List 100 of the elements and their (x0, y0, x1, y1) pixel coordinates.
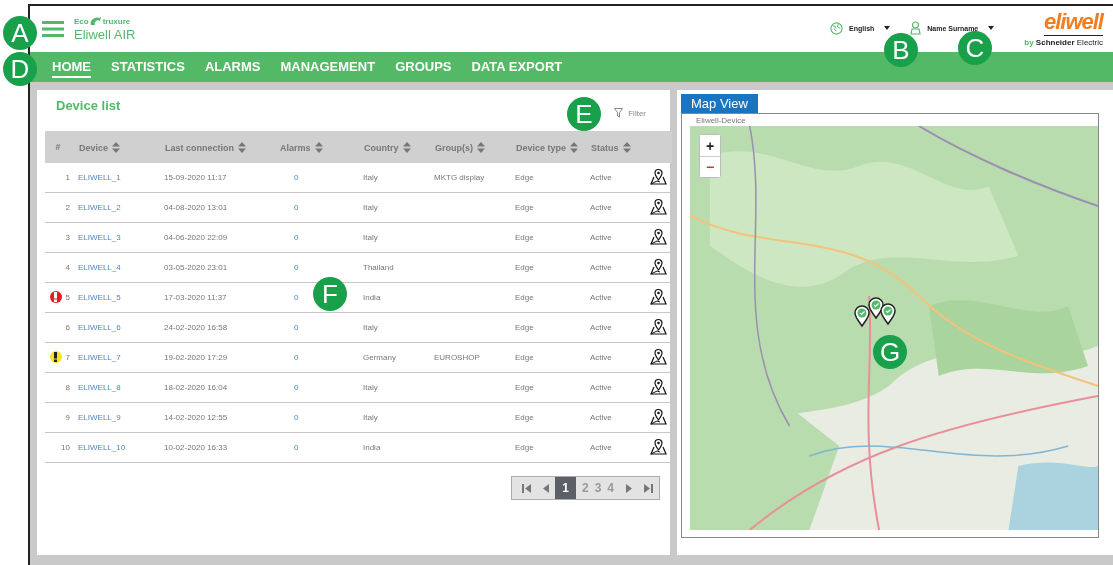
map-pin-icon[interactable] (649, 228, 667, 245)
alarm-count-link[interactable]: 0 (294, 293, 299, 302)
row-number: 3 (65, 233, 70, 242)
alarm-count-link[interactable]: 0 (294, 263, 299, 272)
globe-icon (830, 21, 843, 35)
column-header[interactable]: Group(s) (434, 131, 515, 163)
table-cell: Edge (515, 233, 534, 242)
sort-icon[interactable] (314, 141, 323, 153)
map-pin-icon[interactable] (649, 408, 667, 425)
column-header[interactable]: Status (590, 131, 644, 163)
device-link[interactable]: ELIWELL_5 (78, 293, 121, 302)
table-cell: Active (590, 323, 612, 332)
filter-button[interactable]: Filter (614, 108, 646, 118)
row-number: 8 (65, 383, 70, 392)
sort-icon[interactable] (570, 141, 579, 153)
page-button[interactable]: 4 (607, 481, 614, 495)
table-cell: Italy (363, 203, 378, 212)
device-link[interactable]: ELIWELL_4 (78, 263, 121, 272)
brand-logo: Eco truxure (74, 16, 132, 26)
map-pin-icon[interactable] (649, 168, 667, 185)
next-page-icon[interactable] (626, 483, 632, 493)
nav-tab[interactable]: STATISTICS (111, 56, 185, 78)
device-link[interactable]: ELIWELL_7 (78, 353, 121, 362)
map-pin-icon[interactable] (649, 378, 667, 395)
table-cell: Italy (363, 383, 378, 392)
row-number: 1 (65, 173, 70, 182)
table-cell: Edge (515, 443, 534, 452)
zoom-out-button[interactable]: − (700, 156, 720, 177)
page-button[interactable]: 1 (555, 477, 576, 499)
alarm-count-link[interactable]: 0 (294, 413, 299, 422)
alarm-count-link[interactable]: 0 (294, 203, 299, 212)
device-link[interactable]: ELIWELL_2 (78, 203, 121, 212)
sort-icon[interactable] (477, 141, 485, 153)
table-cell: 18-02-2020 16:04 (164, 383, 228, 392)
table-cell: Active (590, 293, 612, 302)
column-header[interactable]: Country (363, 131, 434, 163)
device-link[interactable]: ELIWELL_6 (78, 323, 121, 332)
sort-icon[interactable] (402, 141, 411, 153)
map-pin-icon[interactable] (649, 438, 667, 455)
company-logo: eliwell by Schneider Electric (1024, 11, 1103, 47)
table-cell: Italy (363, 413, 378, 422)
table-cell: Active (590, 173, 612, 182)
column-header[interactable]: Alarms (270, 131, 363, 163)
row-number: 2 (65, 203, 70, 212)
previous-page-icon[interactable] (543, 483, 550, 493)
alert-icon (49, 351, 62, 363)
sort-icon[interactable] (622, 141, 631, 153)
alert-icon (49, 291, 62, 303)
alarm-count-link[interactable]: 0 (294, 383, 299, 392)
filter-icon (614, 108, 624, 118)
table-cell: EUROSHOP (434, 353, 480, 362)
device-link[interactable]: ELIWELL_1 (78, 173, 121, 182)
table-cell: Edge (515, 323, 534, 332)
table-cell: India (363, 293, 381, 302)
menu-icon[interactable] (42, 21, 64, 37)
row-number: 9 (65, 413, 70, 422)
table-cell: 03-05-2020 23:01 (164, 263, 228, 272)
table-cell: 24-02-2020 16:58 (164, 323, 228, 332)
table-cell: 19-02-2020 17:29 (164, 353, 228, 362)
nav-tab[interactable]: DATA EXPORT (471, 56, 563, 78)
table-cell: Active (590, 353, 612, 362)
table-cell: Active (590, 233, 612, 242)
page-button[interactable]: 2 (581, 481, 589, 495)
device-link[interactable]: ELIWELL_10 (78, 443, 126, 452)
map-pin-icon[interactable] (649, 198, 667, 215)
alarm-count-link[interactable]: 0 (294, 323, 299, 332)
alarm-count-link[interactable]: 0 (294, 443, 299, 452)
last-page-icon[interactable] (644, 483, 653, 493)
nav-tab[interactable]: ALARMS (204, 56, 261, 78)
map-pin-icon[interactable] (649, 318, 667, 335)
column-header[interactable]: Device type (515, 131, 590, 163)
nav-tab[interactable]: MANAGEMENT (280, 56, 376, 78)
table-cell: India (363, 443, 381, 452)
nav-tab[interactable]: HOME (52, 56, 91, 78)
device-link[interactable]: ELIWELL_3 (78, 233, 121, 242)
alarm-count-link[interactable]: 0 (294, 353, 299, 362)
table-cell: Active (590, 263, 612, 272)
table-cell: Edge (515, 413, 534, 422)
alarm-count-link[interactable]: 0 (294, 173, 299, 182)
callout-marker: B (884, 33, 918, 67)
device-link[interactable]: ELIWELL_9 (78, 413, 121, 422)
alarm-count-link[interactable]: 0 (294, 233, 299, 242)
row-number: 4 (65, 263, 70, 272)
panel-title: Device list (56, 98, 121, 113)
map-pin-icon[interactable] (649, 258, 667, 275)
table-cell: Edge (515, 263, 534, 272)
sort-icon[interactable] (112, 141, 121, 153)
table-cell: Active (590, 383, 612, 392)
device-link[interactable]: ELIWELL_8 (78, 383, 121, 392)
table-cell: Edge (515, 383, 534, 392)
table-cell: 15-09-2020 11:17 (164, 173, 227, 182)
column-header[interactable]: Last connection (164, 131, 270, 163)
column-header[interactable]: Device (78, 131, 164, 163)
nav-tab[interactable]: GROUPS (395, 56, 452, 78)
map-pin-icon[interactable] (649, 348, 667, 365)
map-pin-icon[interactable] (649, 288, 667, 305)
first-page-icon[interactable] (522, 483, 532, 493)
page-button[interactable]: 3 (594, 481, 602, 495)
sort-icon[interactable] (238, 141, 246, 153)
map-view-tab[interactable]: Map View (681, 94, 758, 113)
